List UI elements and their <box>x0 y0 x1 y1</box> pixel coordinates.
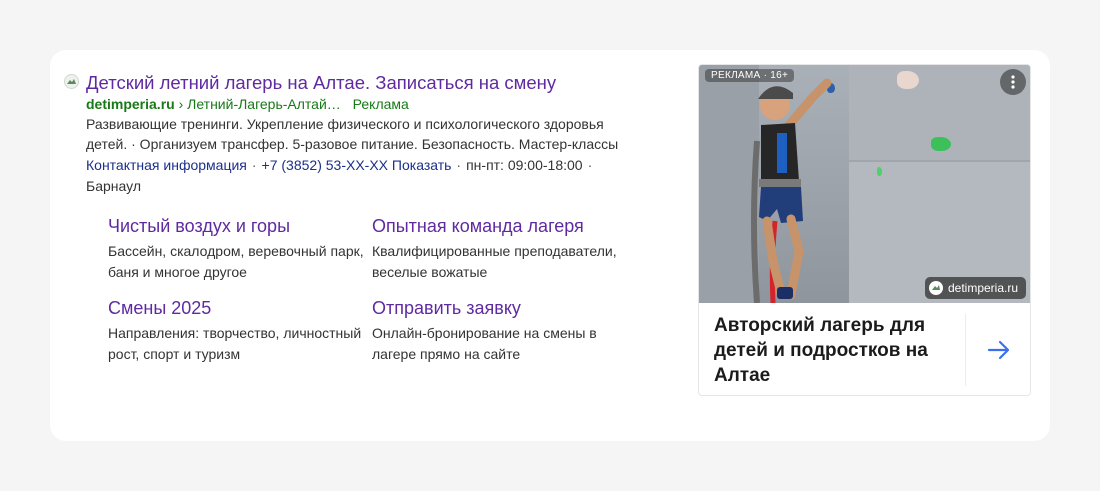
sitelink-1: Чистый воздух и горы Бассейн, скалодром,… <box>108 216 368 283</box>
ad-path-link[interactable]: Летний-Лагерь-Алтай… <box>187 96 341 112</box>
more-vertical-icon[interactable] <box>1000 69 1026 95</box>
sitelink-desc: Квалифицированные преподаватели, веселые… <box>372 243 617 280</box>
sitelink-desc: Бассейн, скалодром, веревочный парк, бан… <box>108 243 364 280</box>
sitelink-3: Смены 2025 Направления: творчество, личн… <box>108 298 368 365</box>
sitelink-title[interactable]: Смены 2025 <box>108 298 368 319</box>
arrow-right-icon[interactable] <box>966 340 1030 360</box>
sitelink-2: Опытная команда лагеря Квалифицированные… <box>372 216 632 283</box>
climbing-hold <box>897 71 919 89</box>
image-card-caption[interactable]: Авторский лагерь для детей и подростков … <box>699 303 1030 395</box>
sitelink-title[interactable]: Чистый воздух и горы <box>108 216 368 237</box>
show-phone-link[interactable]: Показать <box>392 157 452 173</box>
city: Барнаул <box>86 178 141 194</box>
contact-info-link[interactable]: Контактная информация <box>86 157 247 173</box>
ad-label[interactable]: Реклама <box>353 96 409 112</box>
climber-child <box>751 78 832 303</box>
ad-url-line: detimperia.ru › Летний-Лагерь-Алтай… Рек… <box>86 96 409 112</box>
site-favicon-icon <box>64 74 79 89</box>
ad-domain-link[interactable]: detimperia.ru <box>86 96 175 112</box>
working-hours: пн-пт: 09:00-18:00 <box>466 157 583 173</box>
ad-title-link[interactable]: Детский летний лагерь на Алтае. Записать… <box>86 72 556 94</box>
ad-contacts: Контактная информация · +7 (3852) 53-XX-XX… <box>86 155 646 197</box>
ad-description: Развивающие тренинги. Укрепление физичес… <box>86 116 619 152</box>
climbing-hold <box>931 137 951 151</box>
dot-separator: · <box>587 157 593 173</box>
site-badge-label: detimperia.ru <box>947 281 1018 295</box>
dot-separator: · <box>456 157 462 173</box>
sitelink-title[interactable]: Опытная команда лагеря <box>372 216 632 237</box>
site-favicon-icon <box>928 281 943 295</box>
climbing-hold <box>877 167 882 176</box>
sitelink-4: Отправить заявку Онлайн-бронирование на … <box>372 298 632 365</box>
url-separator: › <box>178 96 184 112</box>
sitelink-desc: Онлайн-бронирование на смены в лагере пр… <box>372 325 597 362</box>
sitelink-title[interactable]: Отправить заявку <box>372 298 632 319</box>
dot-separator: · <box>251 157 257 173</box>
image-ad-card[interactable]: РЕКЛАМА · 16+ detimperia.ru Авторский ла… <box>698 64 1031 396</box>
ad-photo[interactable]: РЕКЛАМА · 16+ detimperia.ru <box>699 65 1030 303</box>
promo-age-badge: РЕКЛАМА · 16+ <box>705 69 795 82</box>
site-badge[interactable]: detimperia.ru <box>924 277 1026 299</box>
caption-text[interactable]: Авторский лагерь для детей и подростков … <box>699 313 965 388</box>
phone-number[interactable]: +7 (3852) 53-XX-XX <box>262 157 388 173</box>
sitelink-desc: Направления: творчество, личностный рост… <box>108 325 362 362</box>
